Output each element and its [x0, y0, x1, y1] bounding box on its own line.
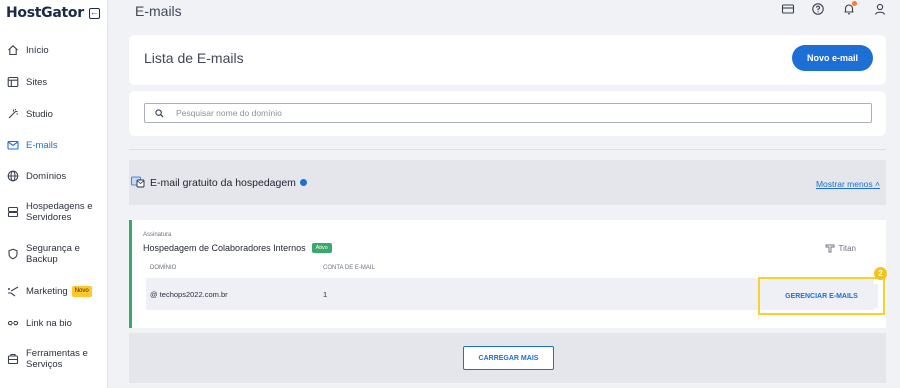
- sidebar-item-link-na-bio[interactable]: Link na bio: [0, 317, 108, 329]
- provider: Titan: [825, 243, 857, 253]
- free-email-icon: [131, 176, 145, 188]
- search-card: [129, 91, 886, 136]
- server-icon: [7, 206, 19, 218]
- search-box[interactable]: [144, 103, 872, 123]
- sidebar-item-seguranca[interactable]: Segurança e Backup: [0, 243, 108, 265]
- sidebar-item-emails[interactable]: E-mails: [0, 139, 108, 151]
- free-email-header: E-mail gratuito da hospedagem Mostrar me…: [129, 160, 886, 205]
- notification-bell-icon[interactable]: [842, 1, 857, 16]
- step-badge: 2: [874, 267, 887, 280]
- logo-text: HostGator: [6, 5, 84, 21]
- column-header-accounts: CONTA DE E-MAIL: [323, 265, 375, 271]
- manage-highlight: GERENCIAR E-MAILS: [758, 277, 885, 315]
- sidebar-item-label: Início: [26, 44, 49, 56]
- notification-dot: [852, 1, 857, 6]
- mail-icon: [7, 139, 19, 151]
- free-email-title-text: E-mail gratuito da hospedagem: [150, 177, 296, 189]
- sidebar-item-inicio[interactable]: Início: [0, 44, 108, 56]
- new-email-button[interactable]: Novo e-mail: [792, 45, 873, 71]
- subscription-label: Assinatura: [143, 232, 172, 238]
- sidebar-item-label: Domínios: [26, 170, 67, 182]
- sidebar-item-dominios[interactable]: Domínios: [0, 170, 108, 182]
- billing-card-icon[interactable]: [781, 2, 795, 16]
- tools-icon: [7, 353, 19, 365]
- link-icon: [7, 317, 19, 329]
- page-title: E-mails: [135, 3, 182, 19]
- sidebar-item-label: E-mails: [26, 139, 58, 151]
- list-title: Lista de E-mails: [144, 50, 244, 66]
- globe-icon: [7, 170, 19, 182]
- sidebar-item-label: Segurança e Backup: [26, 243, 80, 265]
- sidebar-item-label: Studio: [26, 108, 53, 120]
- topbar: E-mails: [108, 0, 900, 26]
- home-icon: [7, 44, 19, 56]
- sparkle-icon: [7, 108, 19, 120]
- subscription-card: Assinatura Hospedagem de Colaboradores I…: [129, 220, 886, 328]
- megaphone-icon: [7, 285, 19, 297]
- divider: [129, 149, 886, 150]
- search-input[interactable]: [176, 108, 856, 118]
- subscription-name: Hospedagem de Colaboradores Internos: [143, 243, 306, 253]
- sidebar-item-label: Link na bio: [26, 317, 72, 329]
- browser-window-icon: [7, 76, 19, 88]
- shield-icon: [7, 248, 19, 260]
- provider-name: Titan: [838, 243, 857, 253]
- subscription-name-row: Hospedagem de Colaboradores Internos Ativ…: [143, 242, 332, 254]
- column-header-domain: DOMÍNIO: [150, 265, 177, 271]
- email-list-card: Lista de E-mails Novo e-mail: [129, 35, 886, 85]
- sidebar: HostGator ← Início Sites Studio E-mails …: [0, 0, 108, 388]
- sidebar-item-label: Sites: [26, 76, 48, 88]
- domain-cell: @ techops2022.com.br: [150, 290, 228, 299]
- new-badge: Novo: [71, 285, 92, 297]
- show-less-link[interactable]: Mostrar menos ˄: [816, 179, 880, 189]
- help-icon[interactable]: [811, 2, 825, 16]
- arrow-left-box-icon[interactable]: ←: [88, 7, 100, 19]
- info-icon[interactable]: [299, 178, 307, 186]
- status-badge: Ativo: [311, 242, 332, 253]
- free-email-title: E-mail gratuito da hospedagem: [150, 177, 307, 189]
- sidebar-item-sites[interactable]: Sites: [0, 76, 108, 88]
- titan-icon: [825, 244, 834, 253]
- chevron-up-icon: ˄: [875, 179, 880, 189]
- user-icon[interactable]: [873, 2, 887, 16]
- logo[interactable]: HostGator ←: [6, 5, 100, 21]
- manage-emails-button[interactable]: GERENCIAR E-MAILS: [765, 284, 878, 308]
- sidebar-item-label: Hospedagens e Servidores: [26, 201, 93, 223]
- sidebar-item-marketing[interactable]: Marketing Novo: [0, 285, 108, 297]
- sidebar-item-label: Marketing: [26, 285, 68, 297]
- search-icon: [155, 108, 164, 118]
- sidebar-item-studio[interactable]: Studio: [0, 108, 108, 120]
- sidebar-item-ferramentas[interactable]: Ferramentas e Serviços: [0, 348, 108, 370]
- sidebar-item-label: Ferramentas e Serviços: [26, 348, 88, 370]
- load-more-button[interactable]: CARREGAR MAIS: [463, 346, 554, 370]
- sidebar-item-hospedagens[interactable]: Hospedagens e Servidores: [0, 201, 108, 223]
- accounts-cell: 1: [323, 290, 328, 299]
- show-less-label: Mostrar menos: [815, 179, 873, 189]
